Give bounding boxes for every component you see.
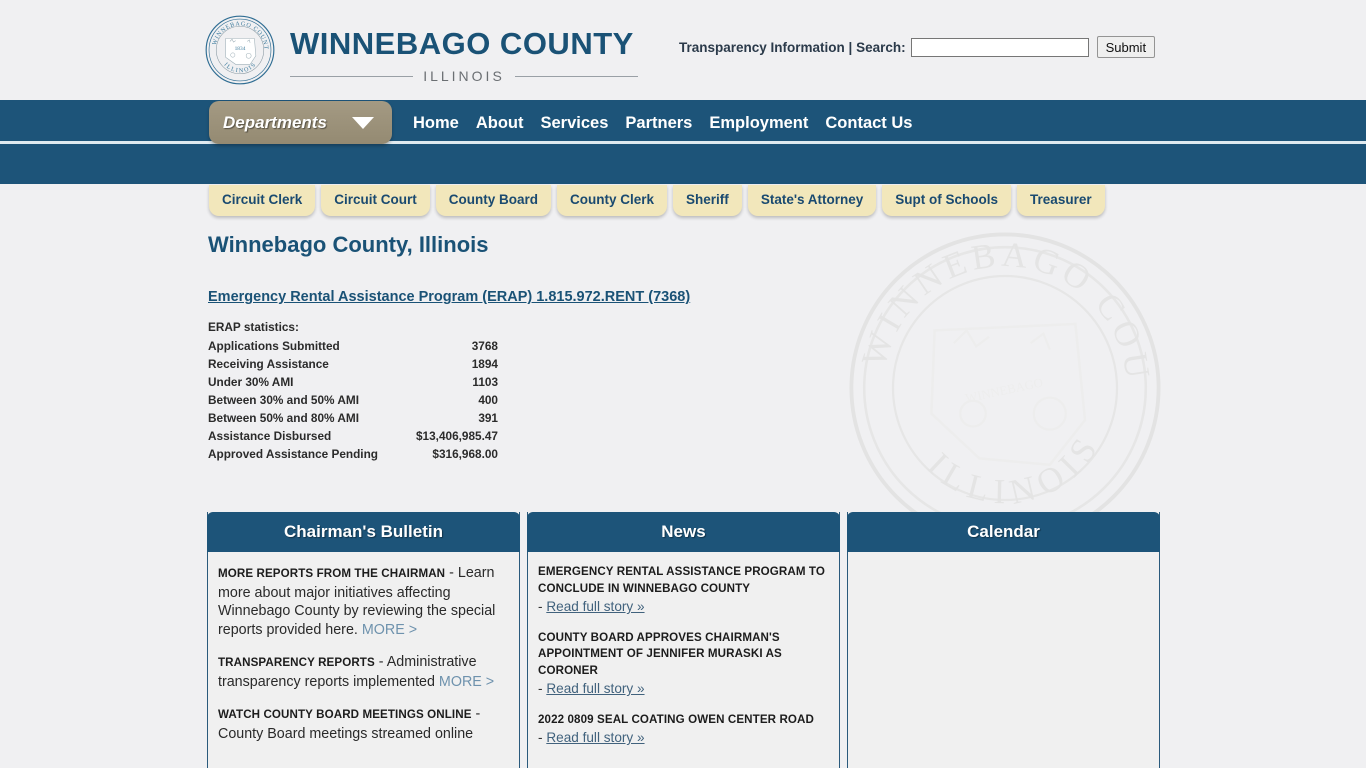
page-title: Winnebago County, Illinois	[208, 232, 489, 257]
transparency-search-bar: Transparency Information | Search: Submi…	[679, 36, 1156, 58]
bulletin-item-dash: -	[445, 565, 458, 581]
nav-band-lower	[0, 144, 1366, 184]
erap-value: 400	[478, 393, 498, 407]
table-row: Applications Submitted 3768	[208, 337, 498, 355]
dept-tab-county-board[interactable]: County Board	[435, 185, 552, 216]
list-item: TRANSPARENCY REPORTS - Administrative tr…	[218, 653, 509, 691]
news-headline: EMERGENCY RENTAL ASSISTANCE PROGRAM TO C…	[538, 565, 826, 595]
table-row: Between 50% and 80% AMI 391	[208, 409, 498, 427]
news-readline: - Read full story »	[538, 680, 829, 699]
transparency-label[interactable]: Transparency Information | Search:	[679, 40, 906, 55]
site-header: WINNEBAGO COUNTY ILLINOIS 1834 WINNEBAGO…	[0, 0, 1366, 100]
brand-block: WINNEBAGO COUNTY ILLINOIS	[290, 28, 690, 84]
table-row: Assistance Disbursed $13,406,985.47	[208, 427, 498, 445]
bulletin-item-head: TRANSPARENCY REPORTS	[218, 656, 375, 669]
list-item: EMERGENCY RENTAL ASSISTANCE PROGRAM TO C…	[538, 564, 829, 617]
panel-header: Calendar	[847, 512, 1160, 552]
panel-news: News EMERGENCY RENTAL ASSISTANCE PROGRAM…	[527, 512, 840, 768]
erap-caption: ERAP statistics:	[208, 320, 299, 334]
svg-text:1834: 1834	[235, 46, 246, 52]
table-row: Under 30% AMI 1103	[208, 373, 498, 391]
list-item: MORE REPORTS FROM THE CHAIRMAN - Learn m…	[218, 564, 509, 639]
dept-tab-supt-of-schools[interactable]: Supt of Schools	[882, 185, 1012, 216]
brand-title: WINNEBAGO COUNTY	[290, 26, 634, 61]
brand-rule-left	[290, 75, 414, 77]
panel-chairmans-bulletin: Chairman's Bulletin MORE REPORTS FROM TH…	[207, 512, 520, 768]
erap-value: $316,968.00	[432, 447, 498, 461]
nav-link-partners[interactable]: Partners	[625, 114, 692, 133]
erap-value: 3768	[471, 339, 498, 353]
erap-label: Between 30% and 50% AMI	[208, 393, 360, 407]
erap-label: Under 30% AMI	[208, 375, 294, 389]
bulletin-more-link[interactable]: MORE >	[362, 622, 417, 638]
dept-tab-sheriff[interactable]: Sheriff	[673, 185, 742, 216]
dept-tab-circuit-court[interactable]: Circuit Court	[321, 185, 430, 216]
brand-subtitle: ILLINOIS	[423, 68, 505, 84]
bulletin-item-head: MORE REPORTS FROM THE CHAIRMAN	[218, 567, 446, 580]
brand-rule-right	[514, 75, 638, 77]
bulletin-item-dash: -	[374, 654, 387, 670]
news-readline: - Read full story »	[538, 598, 829, 617]
svg-text:WINNEBAGO: WINNEBAGO	[964, 375, 1044, 405]
table-row: Between 30% and 50% AMI 400	[208, 391, 498, 409]
erap-value: 391	[478, 411, 498, 425]
county-seal-watermark: WINNEBAGO COUNTY ILLINOIS WINNEBAGO	[845, 228, 1161, 544]
county-seal-logo: WINNEBAGO COUNTY ILLINOIS 1834	[204, 14, 275, 85]
panel-title: News	[661, 522, 706, 541]
nav-link-about[interactable]: About	[476, 114, 524, 133]
dept-tab-circuit-clerk[interactable]: Circuit Clerk	[209, 185, 316, 216]
bulletin-item-dash: -	[471, 706, 481, 722]
panel-body	[848, 552, 1159, 768]
nav-link-home[interactable]: Home	[413, 114, 459, 133]
brand-subtitle-row: ILLINOIS	[290, 68, 638, 84]
svg-text:ILLINOIS: ILLINOIS	[920, 425, 1109, 512]
dept-tab-county-clerk[interactable]: County Clerk	[557, 185, 668, 216]
nav-link-services[interactable]: Services	[541, 114, 609, 133]
panel-body: MORE REPORTS FROM THE CHAIRMAN - Learn m…	[208, 552, 519, 768]
panel-header: Chairman's Bulletin	[207, 512, 520, 552]
departments-label: Departments	[223, 112, 327, 132]
chevron-down-icon	[352, 116, 374, 129]
departments-dropdown-button[interactable]: Departments	[209, 101, 392, 144]
svg-text:WINNEBAGO COUNTY: WINNEBAGO COUNTY	[845, 228, 1158, 385]
erap-program-link[interactable]: Emergency Rental Assistance Program (ERA…	[208, 289, 690, 305]
read-full-story-link[interactable]: Read full story »	[546, 730, 644, 745]
news-headline: 2022 0809 SEAL COATING OWEN CENTER ROAD	[538, 712, 814, 726]
search-input[interactable]	[910, 37, 1089, 57]
list-item: WATCH COUNTY BOARD MEETINGS ONLINE - Cou…	[218, 705, 509, 743]
list-item: 2022 0809 SEAL COATING OWEN CENTER ROAD …	[538, 712, 829, 748]
erap-value: 1894	[471, 357, 498, 371]
panel-title: Calendar	[967, 522, 1040, 541]
erap-statistics-table: ERAP statistics: Applications Submitted …	[208, 320, 498, 463]
main-nav: Home About Services Partners Employment …	[413, 114, 912, 133]
panel-title: Chairman's Bulletin	[284, 522, 443, 541]
erap-value: 1103	[472, 375, 498, 389]
read-full-story-link[interactable]: Read full story »	[546, 599, 644, 614]
page-root: WINNEBAGO COUNTY ILLINOIS 1834 WINNEBAGO…	[0, 0, 1366, 768]
nav-link-contact-us[interactable]: Contact Us	[825, 114, 912, 133]
news-headline: COUNTY BOARD APPROVES CHAIRMAN'S APPOINT…	[538, 630, 782, 677]
erap-label: Applications Submitted	[208, 339, 340, 353]
erap-label: Receiving Assistance	[208, 357, 329, 371]
nav-link-employment[interactable]: Employment	[709, 114, 808, 133]
erap-value: $13,406,985.47	[415, 429, 498, 443]
bulletin-item-text: County Board meetings streamed online	[218, 725, 474, 742]
table-row: Receiving Assistance 1894	[208, 355, 498, 373]
bulletin-item-head: WATCH COUNTY BOARD MEETINGS ONLINE	[218, 708, 472, 721]
department-tabs: Circuit Clerk Circuit Court County Board…	[209, 185, 1105, 216]
erap-label: Assistance Disbursed	[208, 429, 332, 443]
bulletin-more-link[interactable]: MORE >	[439, 674, 494, 690]
panel-body: EMERGENCY RENTAL ASSISTANCE PROGRAM TO C…	[528, 552, 839, 768]
dept-tab-treasurer[interactable]: Treasurer	[1017, 185, 1105, 216]
panel-calendar: Calendar	[847, 512, 1160, 768]
panel-header: News	[527, 512, 840, 552]
erap-label: Approved Assistance Pending	[208, 447, 379, 461]
submit-button[interactable]: Submit	[1096, 36, 1156, 58]
erap-label: Between 50% and 80% AMI	[208, 411, 360, 425]
dept-tab-states-attorney[interactable]: State's Attorney	[747, 185, 877, 216]
list-item: COUNTY BOARD APPROVES CHAIRMAN'S APPOINT…	[538, 630, 829, 699]
news-readline: - Read full story »	[538, 729, 829, 748]
read-full-story-link[interactable]: Read full story »	[546, 681, 644, 696]
table-row: Approved Assistance Pending $316,968.00	[208, 445, 498, 463]
